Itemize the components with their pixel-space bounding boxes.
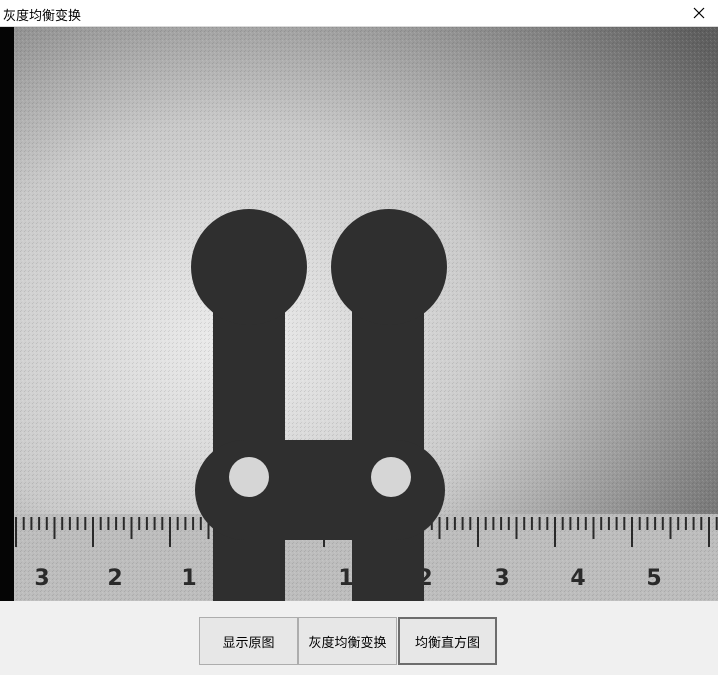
- grayscale-equalize-button[interactable]: 灰度均衡变换: [298, 617, 397, 665]
- ruler-number: 1: [181, 566, 196, 591]
- button-bar: 显示原图 灰度均衡变换 均衡直方图: [0, 601, 718, 675]
- show-original-button[interactable]: 显示原图: [199, 617, 298, 665]
- right-hole: [371, 457, 411, 497]
- ruler-number: 1: [338, 566, 353, 591]
- grayscale-photo: 32112345: [0, 27, 718, 601]
- ruler-number: 5: [646, 566, 661, 591]
- close-icon: [693, 7, 705, 19]
- ruler-number: 2: [107, 566, 122, 591]
- ruler-number: 3: [494, 566, 509, 591]
- left-hole: [229, 457, 269, 497]
- equalized-histogram-button[interactable]: 均衡直方图: [398, 617, 497, 665]
- close-button[interactable]: [680, 0, 718, 26]
- ruler-number: 4: [570, 566, 585, 591]
- window-title: 灰度均衡变换: [3, 9, 82, 24]
- title-bar: 灰度均衡变换: [0, 0, 718, 27]
- image-display: 32112345: [0, 27, 718, 601]
- ruler-number: 3: [34, 566, 49, 591]
